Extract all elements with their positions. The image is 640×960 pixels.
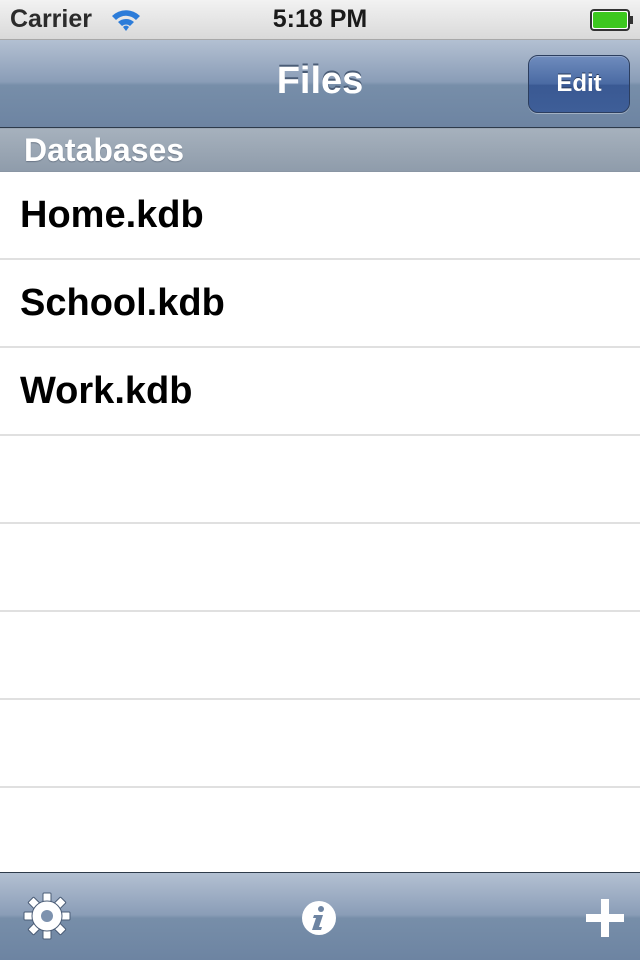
list-item[interactable]: Home.kdb [0, 172, 640, 260]
list-item[interactable]: School.kdb [0, 260, 640, 348]
empty-row [0, 436, 640, 524]
file-name: Home.kdb [20, 194, 204, 236]
info-icon[interactable] [300, 899, 338, 937]
empty-row [0, 700, 640, 788]
empty-row [0, 524, 640, 612]
empty-row [0, 788, 640, 876]
bottom-toolbar [0, 872, 640, 960]
plus-icon[interactable] [584, 897, 626, 939]
section-title: Databases [24, 132, 185, 168]
navigation-bar: Files Edit [0, 40, 640, 128]
edit-button[interactable]: Edit [528, 55, 630, 113]
file-name: School.kdb [20, 282, 225, 324]
gear-icon[interactable] [22, 891, 72, 941]
status-bar: Carrier 5:18 PM [0, 0, 640, 40]
file-name: Work.kdb [20, 370, 193, 412]
battery-icon [590, 9, 633, 31]
list-item[interactable]: Work.kdb [0, 348, 640, 436]
empty-row [0, 612, 640, 700]
file-list: Home.kdb School.kdb Work.kdb [0, 172, 640, 876]
status-time: 5:18 PM [272, 5, 368, 33]
section-header: Databases [0, 128, 640, 172]
